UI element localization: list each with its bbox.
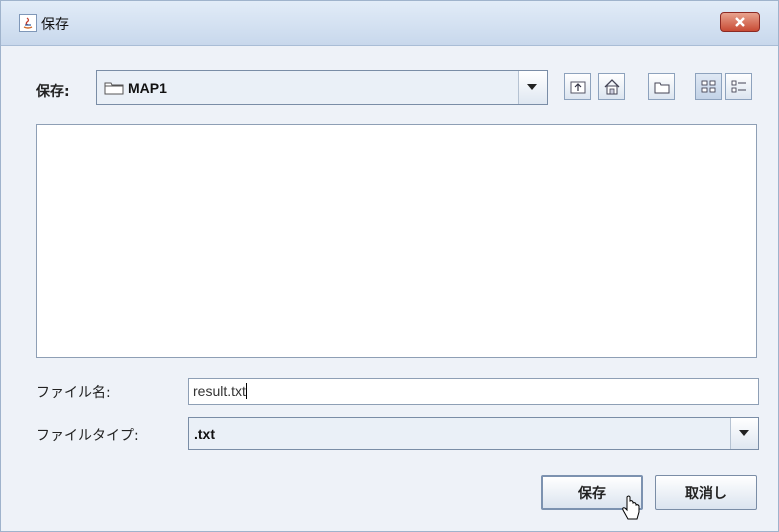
java-icon [19, 14, 37, 32]
file-type-value: .txt [194, 426, 215, 442]
save-in-combo[interactable]: MAP1 [96, 70, 548, 105]
file-type-combo[interactable]: .txt [188, 417, 759, 450]
details-view-icon [731, 80, 746, 93]
chevron-down-icon [527, 84, 537, 90]
file-name-label: ファイル名: [36, 385, 111, 401]
new-folder-button[interactable] [648, 73, 675, 100]
save-in-value: MAP1 [128, 80, 167, 96]
list-view-icon [701, 80, 716, 93]
up-folder-icon [570, 81, 586, 94]
file-type-dropdown-button[interactable] [730, 418, 758, 449]
file-name-input[interactable]: result.txt [188, 378, 759, 405]
file-type-label: ファイルタイプ: [36, 428, 139, 444]
save-dialog: 保存 保存: MAP1 ファイル名: result.txt ファイルタイプ: .… [0, 0, 779, 532]
folder-icon [104, 82, 124, 95]
file-list[interactable] [36, 124, 757, 358]
home-button[interactable] [598, 73, 625, 100]
title-bar[interactable]: 保存 [1, 1, 778, 46]
save-in-label: 保存: [36, 84, 70, 100]
list-view-button[interactable] [695, 73, 722, 100]
file-name-value: result.txt [193, 383, 246, 399]
chevron-down-icon [739, 430, 749, 436]
window-title: 保存 [41, 17, 69, 33]
home-icon [604, 79, 620, 95]
close-button[interactable] [720, 12, 760, 32]
cancel-button[interactable]: 取消し [655, 475, 757, 510]
hand-cursor-icon [622, 495, 640, 520]
text-caret [245, 383, 247, 399]
new-folder-icon [654, 82, 670, 94]
up-one-level-button[interactable] [564, 73, 591, 100]
close-icon [735, 17, 745, 27]
details-view-button[interactable] [725, 73, 752, 100]
save-in-dropdown-button[interactable] [518, 71, 547, 104]
